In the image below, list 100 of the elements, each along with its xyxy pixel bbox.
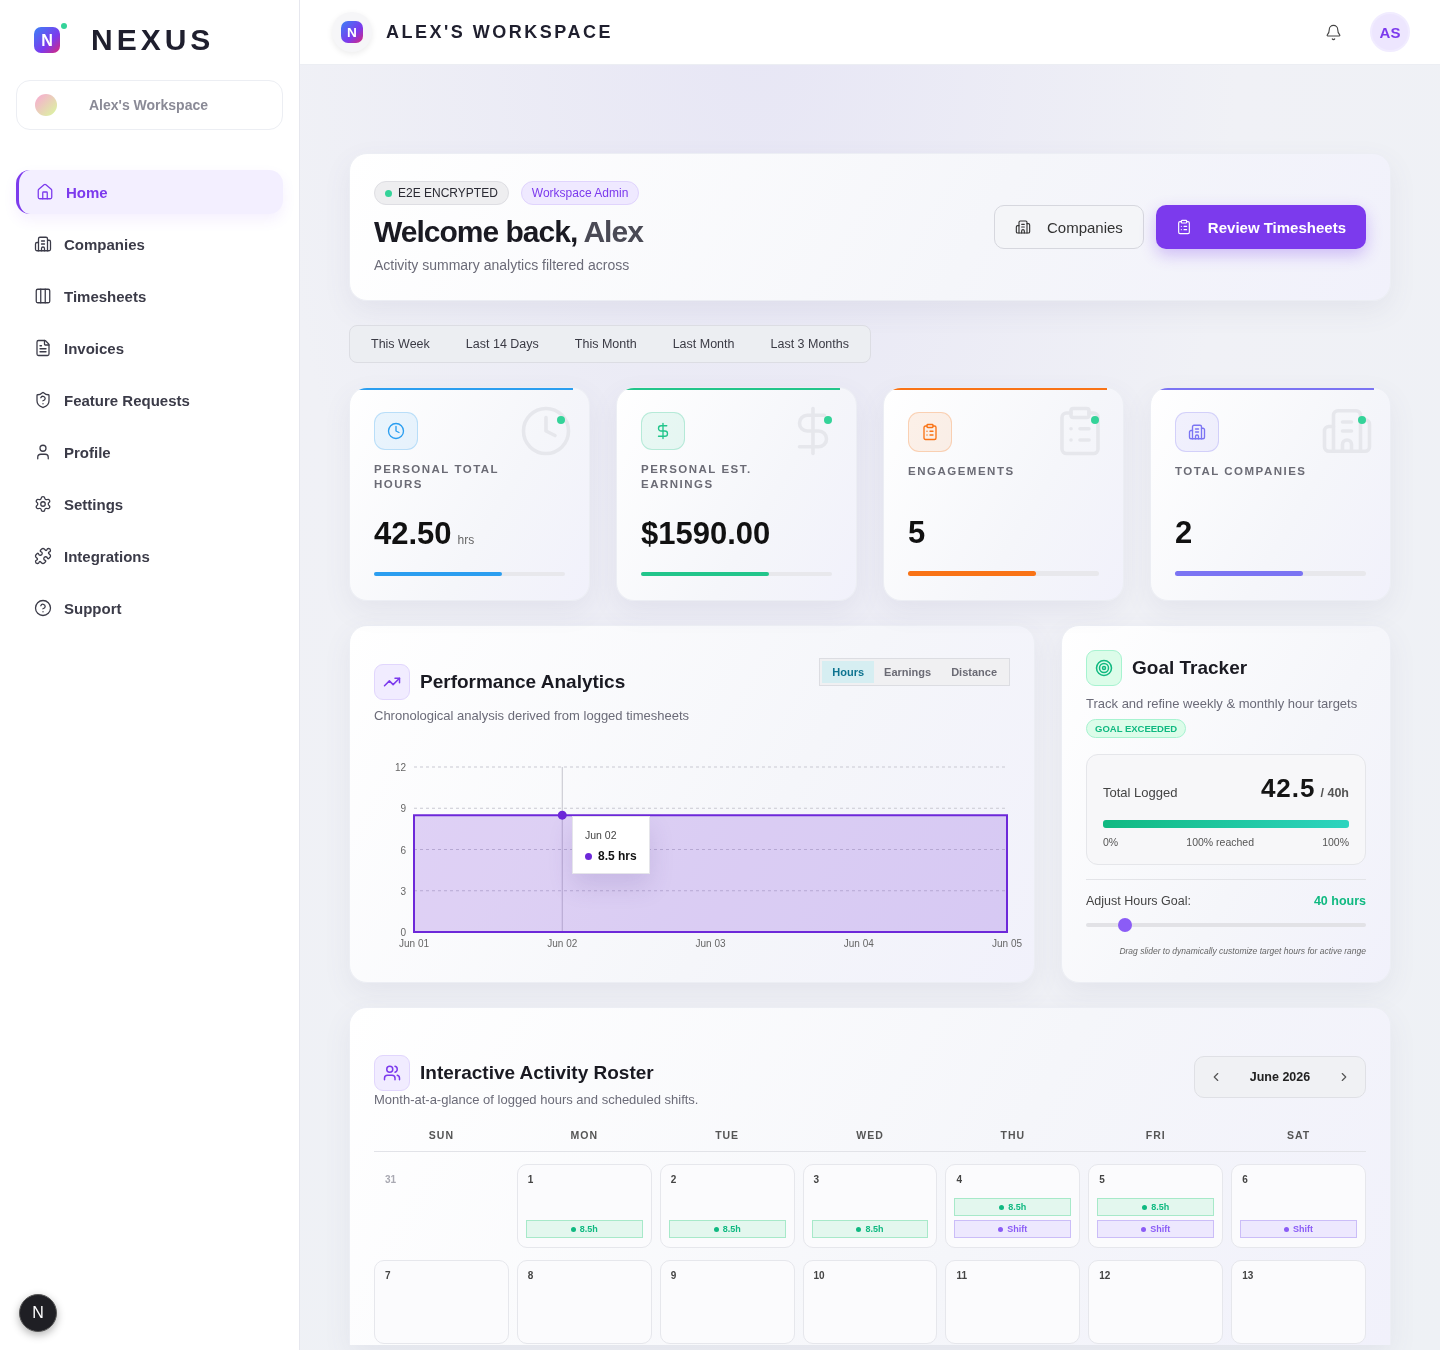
weekday-label: WED bbox=[855, 1129, 885, 1141]
nav-icon bbox=[34, 495, 52, 513]
live-dot bbox=[824, 416, 832, 424]
day-cell[interactable]: 5 8.5h Shift bbox=[1088, 1164, 1224, 1248]
day-cell[interactable]: 8 bbox=[516, 1260, 652, 1344]
stat-value: 42.50 bbox=[374, 515, 452, 552]
day-number: 4 bbox=[955, 1174, 963, 1185]
brand-name: NEXUS bbox=[91, 23, 215, 57]
logo-icon: N bbox=[341, 21, 363, 43]
clock-icon bbox=[374, 412, 418, 450]
sidebar-item[interactable]: Companies bbox=[16, 222, 283, 266]
slider-hint: Drag slider to dynamically customize target hours for active range bbox=[1118, 946, 1366, 956]
sidebar-item[interactable]: Profile bbox=[16, 430, 283, 474]
workspace-avatar bbox=[35, 94, 57, 116]
shift-chip[interactable]: Shift bbox=[1097, 1220, 1215, 1238]
workspace-title: ALEX'S WORKSPACE bbox=[386, 21, 614, 43]
building-icon bbox=[1175, 412, 1219, 453]
day-cell[interactable]: 6 Shift bbox=[1231, 1164, 1366, 1248]
day-number: 31 bbox=[384, 1174, 398, 1185]
users-icon bbox=[374, 1055, 410, 1091]
sidebar-item[interactable]: Home bbox=[16, 170, 283, 214]
stat-label: PERSONAL EST. EARNINGS bbox=[641, 461, 753, 492]
day-number: 6 bbox=[1241, 1174, 1249, 1185]
range-tab[interactable]: Last Month bbox=[654, 329, 753, 359]
nav-icon bbox=[34, 599, 52, 617]
companies-button[interactable]: Companies bbox=[994, 205, 1144, 249]
clipboard-icon bbox=[1175, 219, 1192, 235]
metric-tab[interactable]: Earnings bbox=[874, 661, 942, 683]
clock-icon bbox=[519, 404, 573, 458]
sidebar-item[interactable]: Support bbox=[16, 586, 283, 630]
day-number: 12 bbox=[1098, 1270, 1112, 1281]
day-cell[interactable]: 10 bbox=[802, 1260, 938, 1344]
card-subtitle: Chronological analysis derived from logged timesheets bbox=[374, 708, 691, 723]
day-cell[interactable]: 2 8.5h bbox=[659, 1164, 795, 1248]
sidebar-item[interactable]: Settings bbox=[16, 482, 283, 526]
range-tab[interactable]: Last 14 Days bbox=[447, 329, 557, 359]
building-icon bbox=[1015, 219, 1031, 235]
metric-tab[interactable]: Hours bbox=[822, 661, 875, 683]
day-cell[interactable]: 9 bbox=[659, 1260, 795, 1344]
weekday-label: TUE bbox=[714, 1129, 741, 1141]
adjust-label: Adjust Hours Goal: bbox=[1086, 894, 1191, 908]
day-cell[interactable]: 11 bbox=[945, 1260, 1081, 1344]
stat-label: PERSONAL TOTAL HOURS bbox=[374, 461, 500, 492]
axis-label: Jun 02 bbox=[547, 938, 578, 949]
weekday-label: MON bbox=[569, 1129, 599, 1141]
sidebar-item[interactable]: Timesheets bbox=[16, 274, 283, 318]
axis-label: 3 bbox=[400, 885, 406, 897]
day-number: 3 bbox=[812, 1174, 821, 1185]
stat-label: TOTAL COMPANIES bbox=[1175, 464, 1308, 480]
card-subtitle: Month-at-a-glance of logged hours and scheduled shifts. bbox=[374, 1092, 700, 1107]
day-cell[interactable]: 1 8.5h bbox=[516, 1164, 652, 1248]
day-number: 11 bbox=[955, 1270, 968, 1281]
stat-value: $1590.00 bbox=[641, 515, 771, 552]
live-dot bbox=[1358, 416, 1366, 424]
metric-tab[interactable]: Distance bbox=[941, 661, 1007, 683]
axis-label: 6 bbox=[400, 844, 406, 856]
card-title: Interactive Activity Roster bbox=[420, 1062, 654, 1084]
range-tab[interactable]: This Month bbox=[556, 329, 655, 359]
card-title: Performance Analytics bbox=[420, 671, 626, 693]
total-value: 42.5 / 40h bbox=[1260, 773, 1349, 804]
range-tab[interactable]: Last 3 Months bbox=[752, 329, 867, 359]
slider-thumb[interactable] bbox=[1118, 918, 1133, 932]
day-number: 5 bbox=[1098, 1174, 1106, 1185]
sidebar-item[interactable]: Invoices bbox=[16, 326, 283, 370]
axis-label: Jun 05 bbox=[992, 938, 1022, 949]
help-button[interactable]: N bbox=[19, 1294, 57, 1332]
scale-label: 100% reached bbox=[1186, 836, 1254, 848]
data-point bbox=[557, 810, 567, 820]
day-number: 2 bbox=[669, 1174, 678, 1185]
review-button[interactable]: Review Timesheets bbox=[1155, 205, 1366, 249]
day-number: 1 bbox=[526, 1174, 535, 1185]
range-tab[interactable]: This Week bbox=[353, 329, 448, 359]
scale-label: 100% bbox=[1322, 836, 1349, 848]
day-cell[interactable]: 12 bbox=[1088, 1260, 1224, 1344]
shift-chip[interactable]: Shift bbox=[954, 1220, 1072, 1238]
weekday-label: SUN bbox=[427, 1129, 455, 1141]
nav-icon bbox=[34, 287, 52, 305]
user-avatar[interactable]: AS bbox=[1370, 12, 1410, 52]
nav-icon bbox=[34, 339, 52, 357]
month-label: June 2026 bbox=[1249, 1070, 1311, 1084]
shift-chip[interactable]: Shift bbox=[1240, 1220, 1357, 1238]
day-cell[interactable]: 3 8.5h bbox=[802, 1164, 938, 1248]
target-icon bbox=[1086, 650, 1122, 686]
nav-icon bbox=[36, 183, 54, 201]
goal-badge: GOAL EXCEEDED bbox=[1086, 719, 1187, 738]
nav-icon bbox=[34, 443, 52, 461]
stat-unit: hrs bbox=[457, 532, 475, 547]
day-number: 10 bbox=[812, 1270, 826, 1281]
day-cell[interactable]: 7 bbox=[374, 1260, 509, 1344]
axis-label: Jun 04 bbox=[843, 938, 874, 949]
day-number: 9 bbox=[669, 1270, 678, 1281]
stat-label: ENGAGEMENTS bbox=[908, 464, 1016, 480]
status-badge: E2E ENCRYPTED bbox=[374, 181, 509, 205]
day-cell[interactable]: 13 bbox=[1231, 1260, 1366, 1344]
sidebar-item[interactable]: Integrations bbox=[16, 534, 283, 578]
sidebar-item[interactable]: Feature Requests bbox=[16, 378, 283, 422]
nav-icon bbox=[34, 547, 52, 565]
nav-icon bbox=[34, 235, 52, 253]
dollar-icon bbox=[641, 412, 685, 450]
day-cell[interactable]: 4 8.5h Shift bbox=[945, 1164, 1081, 1248]
